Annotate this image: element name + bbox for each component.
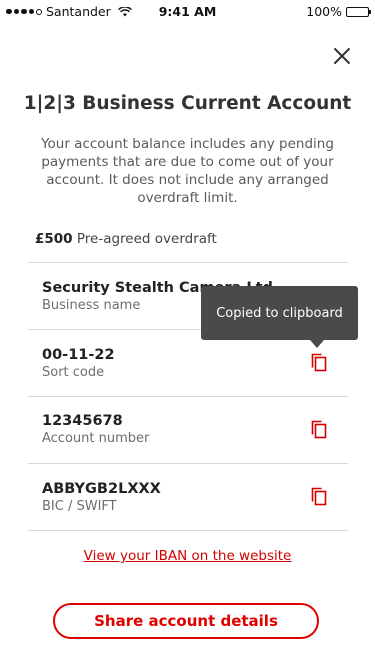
share-account-details-button[interactable]: Share account details <box>53 603 319 639</box>
status-bar: Santander 9:41 AM 100% <box>0 0 375 22</box>
copy-icon <box>311 420 327 439</box>
bic-swift-value: ABBYGB2LXXX <box>42 481 161 497</box>
overdraft-amount: £500 <box>35 231 73 247</box>
copy-account-number-button[interactable] <box>309 419 329 441</box>
detail-row-bic-swift: ABBYGB2LXXX BIC / SWIFT <box>42 481 342 514</box>
detail-row-sort-code: 00-11-22 Sort code <box>42 347 342 380</box>
battery-status: 100% <box>306 4 371 19</box>
page-title: 1|2|3 Business Current Account <box>23 93 352 114</box>
battery-icon <box>346 6 371 17</box>
view-iban-link[interactable]: View your IBAN on the website <box>0 548 375 564</box>
detail-row-account-number: 12345678 Account number <box>42 413 342 446</box>
account-number-label: Account number <box>42 431 150 446</box>
close-button[interactable] <box>330 44 354 68</box>
bic-swift-label: BIC / SWIFT <box>42 499 117 514</box>
overdraft-label: Pre-agreed overdraft <box>76 231 217 247</box>
divider <box>28 530 348 531</box>
copy-bic-swift-button[interactable] <box>309 486 329 508</box>
battery-percentage: 100% <box>306 4 342 19</box>
copy-icon <box>311 353 327 372</box>
overdraft-info: £500 Pre-agreed overdraft <box>35 231 217 247</box>
divider <box>28 463 348 464</box>
sort-code-value: 00-11-22 <box>42 347 115 363</box>
tooltip-arrow <box>310 340 324 348</box>
copied-tooltip: Copied to clipboard <box>201 286 358 340</box>
account-number-value: 12345678 <box>42 413 123 429</box>
divider <box>28 396 348 397</box>
sort-code-label: Sort code <box>42 365 105 380</box>
balance-description: Your account balance includes any pendin… <box>41 136 334 206</box>
close-icon <box>334 48 350 64</box>
divider <box>28 262 348 263</box>
copy-icon <box>311 487 327 506</box>
copy-sort-code-button[interactable] <box>309 352 329 374</box>
